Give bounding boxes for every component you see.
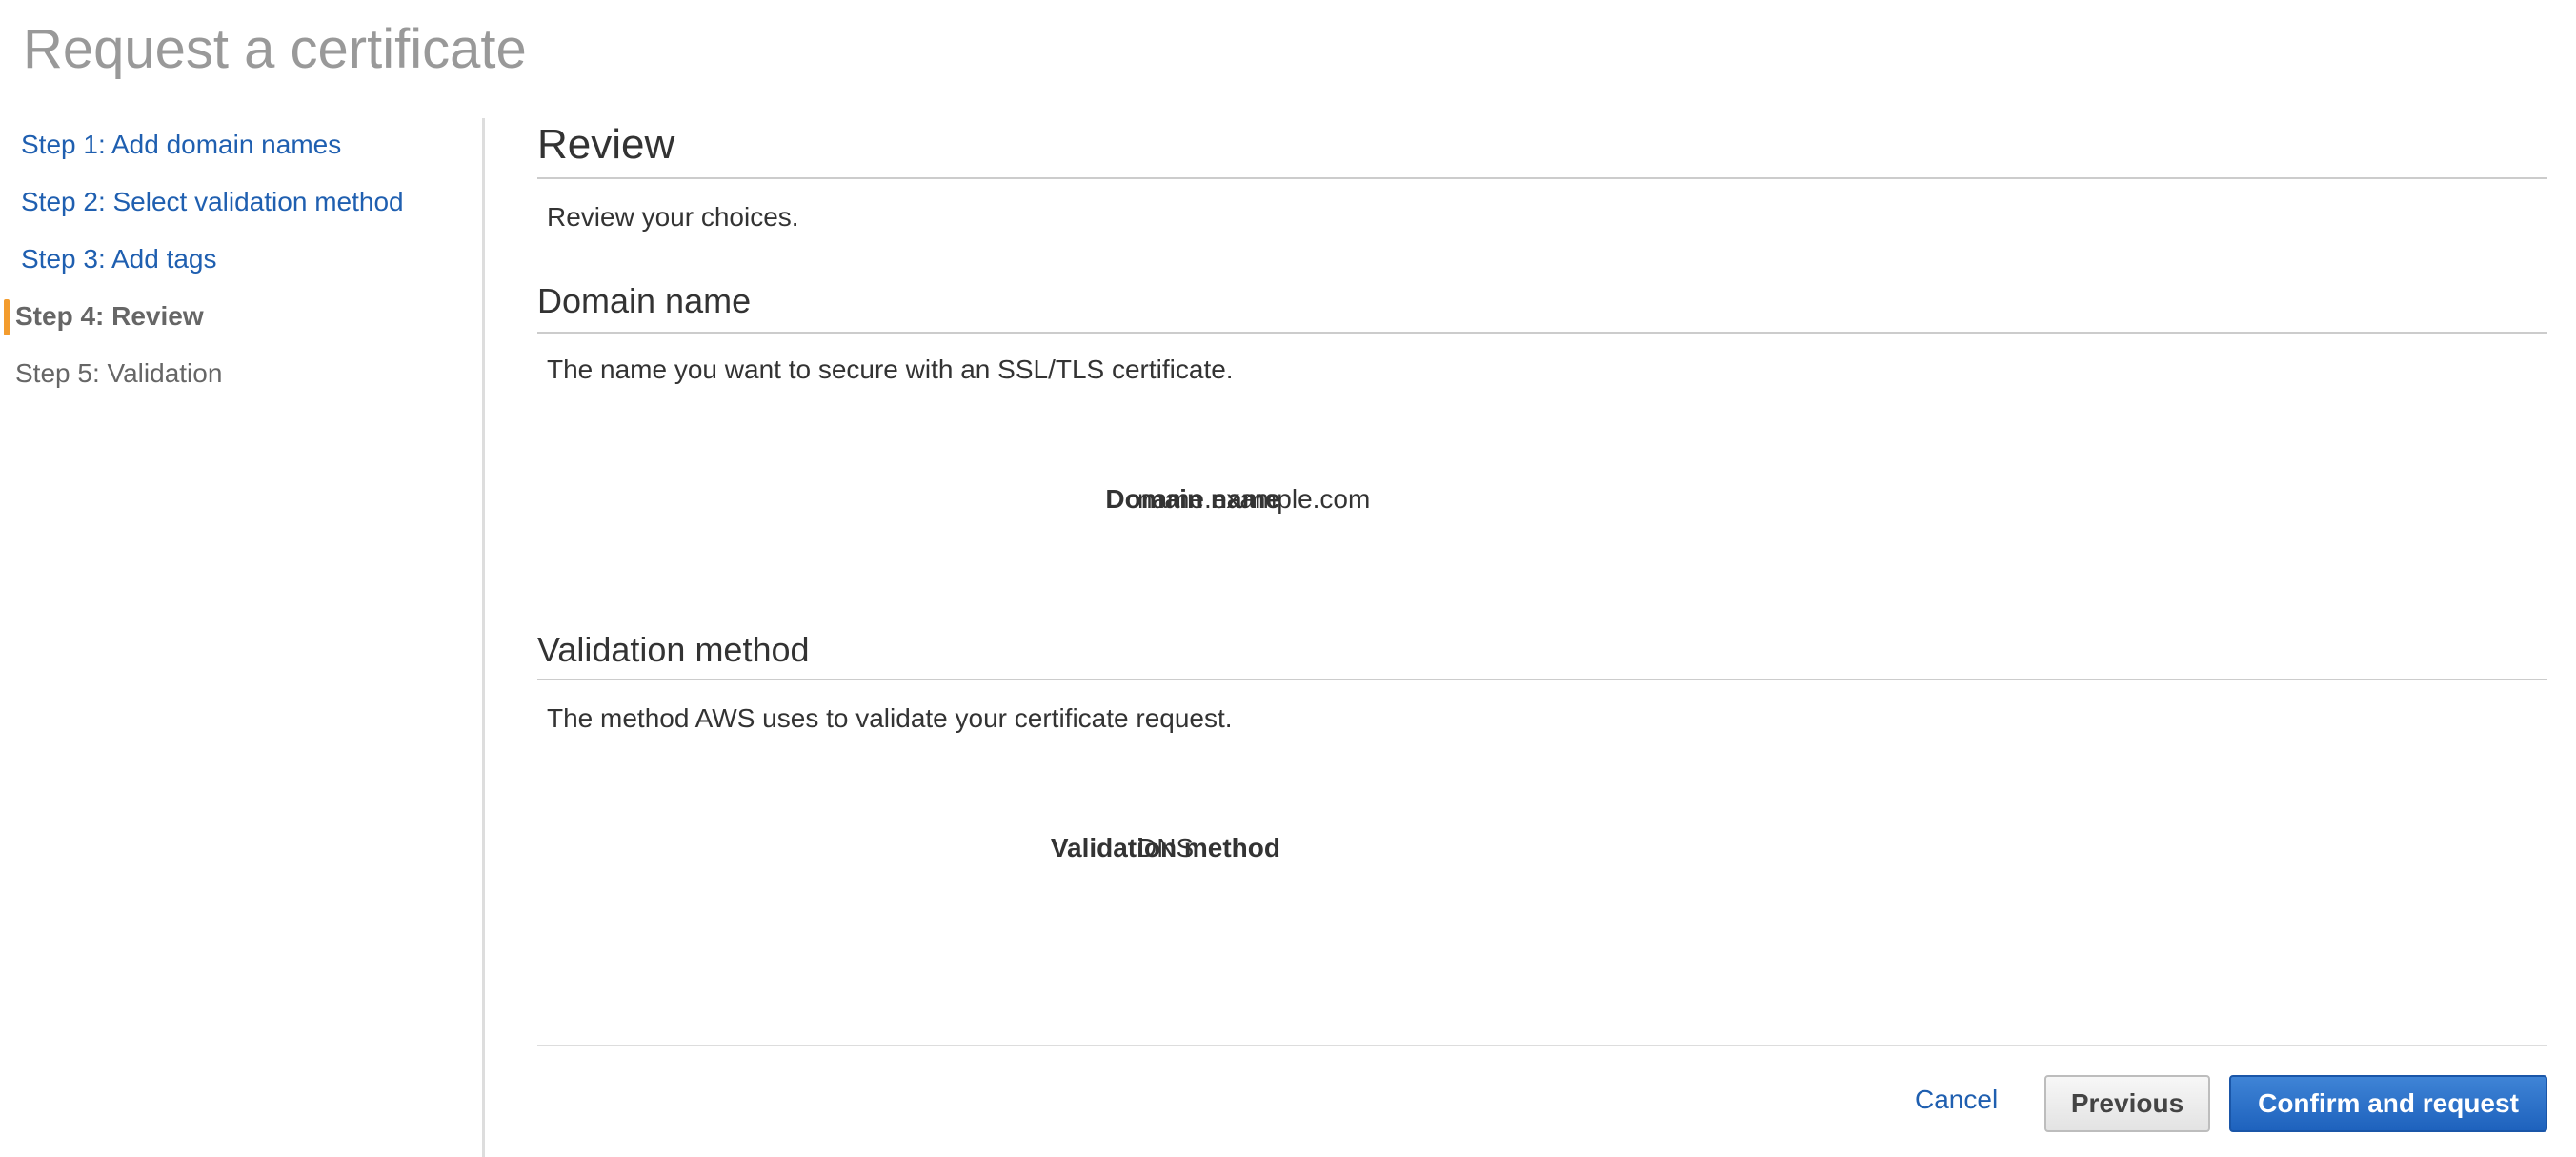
validation-method-heading: Validation method (537, 630, 810, 669)
domain-name-field-value: name.example.com (1137, 484, 1371, 514)
validation-method-field-value: DNS (1137, 833, 1195, 863)
validation-method-description: The method AWS uses to validate your cer… (547, 703, 1233, 733)
sidebar-divider (482, 118, 485, 1157)
review-heading-rule (537, 177, 2547, 179)
cancel-button[interactable]: Cancel (1915, 1081, 1998, 1119)
request-certificate-page: Request a certificate Step 1: Add domain… (0, 0, 2576, 1157)
review-heading: Review (537, 121, 675, 168)
page-title: Request a certificate (23, 18, 527, 80)
sidebar-step-4-review: Step 4: Review (0, 292, 482, 349)
confirm-and-request-button[interactable]: Confirm and request (2229, 1075, 2547, 1132)
validation-method-heading-rule (537, 679, 2547, 680)
domain-name-description: The name you want to secure with an SSL/… (547, 355, 1234, 384)
review-description: Review your choices. (547, 202, 799, 232)
domain-name-heading-rule (537, 332, 2547, 334)
sidebar-step-2-select-validation-method[interactable]: Step 2: Select validation method (0, 177, 482, 234)
wizard-steps-sidebar: Step 1: Add domain names Step 2: Select … (0, 120, 482, 406)
sidebar-step-3-add-tags[interactable]: Step 3: Add tags (0, 234, 482, 292)
previous-button[interactable]: Previous (2044, 1075, 2210, 1132)
footer-divider (537, 1045, 2547, 1046)
domain-name-heading: Domain name (537, 281, 752, 320)
sidebar-step-5-validation: Step 5: Validation (15, 358, 223, 388)
sidebar-step-1-add-domain-names[interactable]: Step 1: Add domain names (0, 120, 482, 177)
